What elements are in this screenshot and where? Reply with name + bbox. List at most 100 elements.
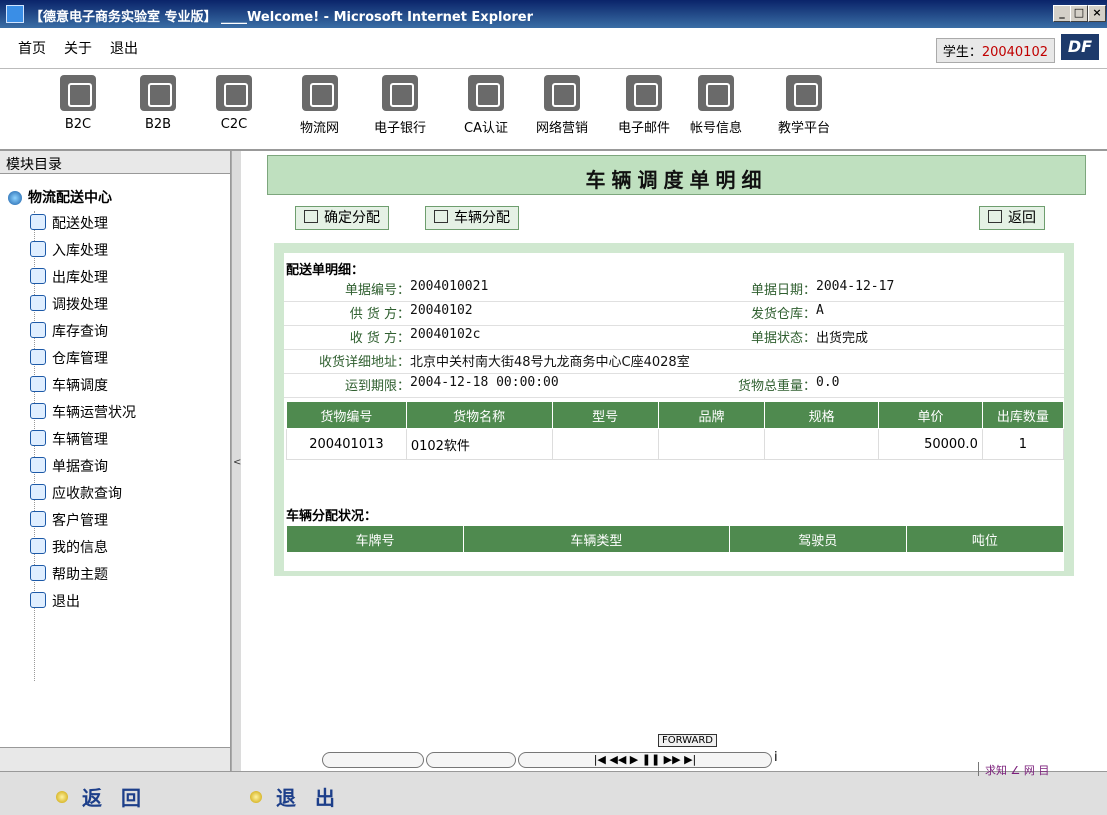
toolbar-logistics[interactable]: 物流网 (300, 75, 339, 136)
close-button[interactable]: × (1088, 5, 1106, 22)
weight-value: 0.0 (816, 375, 840, 390)
confirm-assign-label: 确定分配 (324, 210, 380, 226)
toolbar-marketing[interactable]: 网络营销 (536, 75, 588, 136)
menu-exit[interactable]: 退出 (110, 38, 138, 58)
warehouse-label: 发货仓库： (750, 307, 816, 322)
qty-cell: 1 (981, 428, 1065, 460)
certificate-icon (467, 75, 504, 111)
col-qty: 出库数量 (981, 401, 1065, 429)
address-value: 北京中关村南大街48号九龙商务中心C座4028室 (410, 355, 690, 370)
toolbar-label: 电子邮件 (618, 121, 671, 136)
teaching-icon (786, 75, 822, 111)
menu-bar: 首页 关于 退出 学生：20040102 DF (0, 28, 1107, 69)
ie-page-icon (30, 430, 46, 446)
vehicle-section-title: 车辆分配状况： (286, 509, 378, 524)
page-title: 车辆调度单明细 (585, 168, 768, 192)
playback-buttons[interactable]: |◀ ◀◀ ▶ ❚❚ ▶▶ ▶| (518, 752, 772, 768)
deadline-value: 2004-12-18 00:00:00 (410, 375, 559, 390)
sidebar-item-label: 我的信息 (52, 540, 108, 556)
back-button[interactable]: 返回 (979, 206, 1045, 230)
sidebar-item-dispatch[interactable]: 车辆调度 (30, 375, 108, 395)
sidebar-item-vehicle-mgmt[interactable]: 车辆管理 (30, 429, 108, 449)
sidebar-item-vehicle-status[interactable]: 车辆运营状况 (30, 402, 136, 422)
col-goods-no: 货物编号 (286, 401, 407, 429)
confirm-assign-button[interactable]: 确定分配 (295, 206, 389, 230)
table-row: 200401013 0102软件 50000.0 1 (286, 428, 1065, 460)
toolbar-account[interactable]: 帐号信息 (690, 75, 742, 136)
col-vehicle-type: 车辆类型 (462, 525, 730, 553)
bottom-exit-label: 退 出 (276, 786, 341, 810)
toolbar-b2c[interactable]: B2C (60, 75, 96, 132)
door-icon (988, 210, 1002, 223)
col-spec: 规格 (764, 401, 880, 429)
field-row: 单据编号： 2004010021 单据日期： 2004-12-17 (284, 279, 1064, 302)
minimize-button[interactable]: _ (1053, 5, 1071, 22)
sidebar-item-customers[interactable]: 客户管理 (30, 510, 108, 530)
ie-page-icon (30, 295, 46, 311)
seek-slider[interactable] (322, 752, 424, 768)
sidebar-item-label: 车辆调度 (52, 378, 108, 394)
toolbar-bank[interactable]: 电子银行 (374, 75, 426, 136)
ie-page-icon (30, 484, 46, 500)
ie-page-icon (30, 268, 46, 284)
deadline-label: 运到期限： (344, 379, 410, 394)
toolbar-c2c[interactable]: C2C (216, 75, 252, 132)
info-button[interactable]: i (774, 750, 778, 765)
ie-page-icon (30, 214, 46, 230)
folder-icon (434, 210, 448, 223)
sidebar-item-outbound[interactable]: 出库处理 (30, 267, 108, 287)
goods-name-cell: 0102软件 (405, 428, 553, 460)
status-value: 出货完成 (816, 331, 869, 346)
toolbar-b2b[interactable]: B2B (140, 75, 176, 132)
sidebar-item-receivables[interactable]: 应收款查询 (30, 483, 122, 503)
sidebar-item-exit[interactable]: 退出 (30, 591, 80, 611)
toolbar-ca[interactable]: CA认证 (464, 75, 508, 136)
sidebar-root[interactable]: 物流配送中心 (8, 187, 112, 207)
corner-logo: 求知 ∠ 网 目 (978, 762, 1107, 777)
sidebar-item-doc-query[interactable]: 单据查询 (30, 456, 108, 476)
hand-icon (304, 210, 318, 223)
col-tonnage: 吨位 (905, 525, 1065, 553)
doc-no-value: 2004010021 (410, 279, 489, 294)
ie-page-icon (30, 538, 46, 554)
df-logo: DF (1061, 34, 1099, 60)
volume-slider[interactable] (426, 752, 516, 768)
sidebar-item-inbound[interactable]: 入库处理 (30, 240, 108, 260)
sidebar-item-label: 入库处理 (52, 243, 108, 259)
bank-icon (382, 75, 418, 111)
network-icon (140, 75, 176, 111)
sidebar-item-label: 仓库管理 (52, 351, 108, 367)
menu-about[interactable]: 关于 (64, 38, 92, 58)
vehicle-assign-button[interactable]: 车辆分配 (425, 206, 519, 230)
browser-icon (6, 5, 24, 23)
sidebar-item-delivery[interactable]: 配送处理 (30, 213, 108, 233)
bottom-exit-button[interactable]: 退 出 (250, 782, 341, 811)
toolbar-label: C2C (220, 117, 248, 132)
toolbar-label: 物流网 (300, 121, 340, 136)
back-label: 返回 (1008, 210, 1036, 226)
doc-date-label: 单据日期： (750, 283, 816, 298)
weight-label: 货物总重量： (737, 379, 816, 394)
bottom-back-button[interactable]: 返 回 (56, 782, 147, 811)
status-label: 单据状态： (750, 331, 816, 346)
sidebar: 模块目录 物流配送中心 配送处理 入库处理 出库处理 调拨处理 库存查询 仓库管… (0, 151, 231, 772)
toolbar: B2C B2B C2C 物流网 电子银行 CA认证 网络营销 电子邮件 帐号信息… (0, 69, 1107, 151)
sidebar-item-inventory[interactable]: 库存查询 (30, 321, 108, 341)
field-row: 收 货 方： 20040102c 单据状态： 出货完成 (284, 327, 1064, 350)
sidebar-footer (0, 747, 230, 772)
toolbar-teaching[interactable]: 教学平台 (778, 75, 830, 136)
toolbar-email[interactable]: 电子邮件 (618, 75, 670, 136)
sidebar-item-label: 调拨处理 (52, 297, 108, 313)
ie-page-icon (30, 349, 46, 365)
sidebar-item-label: 车辆管理 (52, 432, 108, 448)
toolbar-label: 电子银行 (374, 121, 427, 136)
student-id: 20040102 (981, 45, 1048, 60)
sidebar-item-warehouse[interactable]: 仓库管理 (30, 348, 108, 368)
maximize-button[interactable]: □ (1070, 5, 1088, 22)
sidebar-item-my-info[interactable]: 我的信息 (30, 537, 108, 557)
menu-home[interactable]: 首页 (18, 38, 46, 58)
sidebar-item-help[interactable]: 帮助主题 (30, 564, 108, 584)
bottom-bar: 返 回 退 出 (0, 771, 1107, 815)
sidebar-item-transfer[interactable]: 调拨处理 (30, 294, 108, 314)
window-title-bar: 【德意电子商务实验室 专业版】 ____Welcome! - Microsoft… (0, 0, 1107, 28)
